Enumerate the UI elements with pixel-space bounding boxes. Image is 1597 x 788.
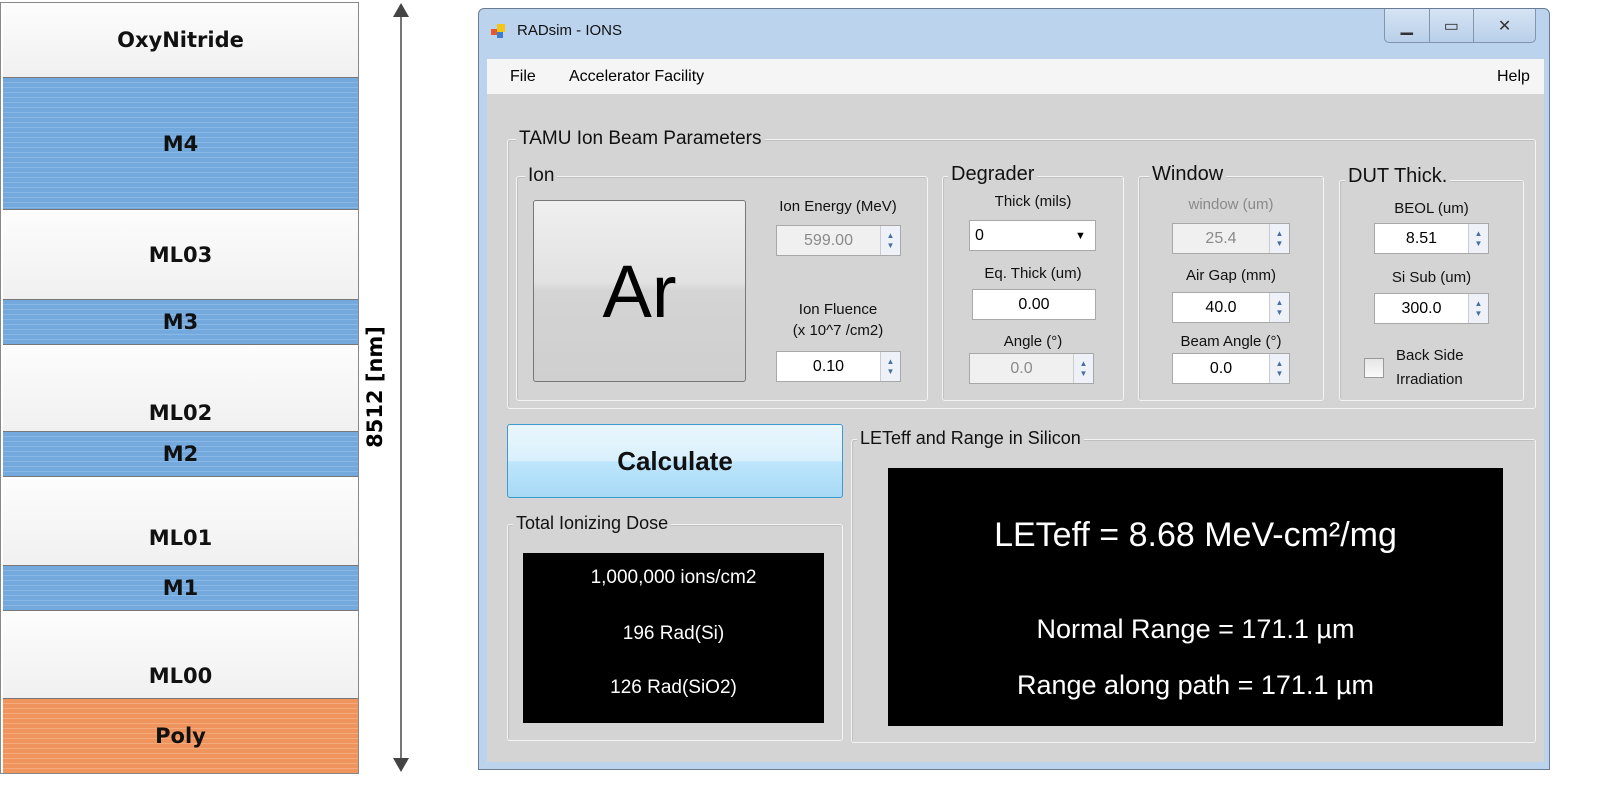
- ion-fluence-input[interactable]: 0.10 ▲ ▼: [776, 351, 901, 382]
- layer-m4: M4: [3, 77, 358, 209]
- value: 599.00: [804, 231, 853, 249]
- degrader-thick-label: Thick (mils): [994, 193, 1072, 210]
- back-side-label: Back Side: [1396, 347, 1464, 364]
- thickness-label: 8512 [nm]: [363, 326, 387, 448]
- ion-energy-input[interactable]: 599.00 ▲ ▼: [776, 225, 901, 256]
- spinner-arrows-icon[interactable]: ▲ ▼: [1269, 224, 1289, 253]
- group-title: TAMU Ion Beam Parameters: [516, 128, 765, 150]
- layer-ml03: ML03: [3, 209, 358, 299]
- degrader-angle-label: Angle (°): [1003, 333, 1063, 350]
- radsim-window: RADsim - IONS ▁ ▭ ✕ File Accelerator Fac…: [478, 8, 1550, 770]
- air-gap-label: Air Gap (mm): [1186, 267, 1276, 284]
- layer-m3: M3: [3, 299, 358, 344]
- group-title: Total Ionizing Dose: [513, 513, 672, 534]
- degrader-thick-dropdown[interactable]: 0 ▼: [969, 220, 1096, 251]
- layer-m2: M2: [3, 431, 358, 476]
- window-thickness-input[interactable]: 25.4 ▲ ▼: [1172, 223, 1290, 254]
- value: 25.4: [1205, 229, 1237, 247]
- group-title: Window: [1149, 163, 1227, 186]
- si-sub-input[interactable]: 300.0 ▲ ▼: [1374, 293, 1489, 324]
- spinner-arrows-icon[interactable]: ▲ ▼: [1269, 293, 1289, 322]
- group-title: Degrader: [948, 163, 1038, 186]
- value: 0: [975, 226, 984, 244]
- leteff-results-display: LETeff = 8.68 MeV-cm²/mg Normal Range = …: [888, 468, 1503, 726]
- spinner-arrows-icon[interactable]: ▲ ▼: [1468, 224, 1488, 253]
- leteff-value: LETeff = 8.68 MeV-cm²/mg: [994, 516, 1397, 554]
- maximize-button[interactable]: ▭: [1430, 9, 1475, 42]
- layer-stack-diagram: OxyNitride M4 ML03 M3 ML02 M2 ML01 M1 ML…: [0, 2, 359, 774]
- beam-angle-input[interactable]: 0.0 ▲ ▼: [1172, 353, 1290, 384]
- value: 0.00: [1018, 295, 1050, 313]
- tid-results-display: 1,000,000 ions/cm2 196 Rad(Si) 126 Rad(S…: [523, 553, 824, 723]
- ion-select-button[interactable]: Ar: [533, 200, 746, 382]
- layer-ml01: ML01: [3, 476, 358, 565]
- value: 0.0: [1209, 359, 1233, 377]
- menu-accelerator-facility[interactable]: Accelerator Facility: [569, 68, 704, 86]
- group-title: Ion: [525, 165, 558, 187]
- irradiation-label: Irradiation: [1396, 371, 1463, 388]
- normal-range-value: Normal Range = 171.1 µm: [1036, 614, 1355, 644]
- spinner-arrows-icon[interactable]: ▲ ▼: [1073, 354, 1093, 383]
- layer-ml00: ML00: [3, 610, 358, 698]
- degrader-angle-input[interactable]: 0.0 ▲ ▼: [969, 353, 1094, 384]
- layer-ml02: ML02: [3, 344, 358, 431]
- eq-thick-label: Eq. Thick (um): [984, 265, 1082, 282]
- ion-energy-label: Ion Energy (MeV): [779, 198, 897, 215]
- layer-m1: M1: [3, 565, 358, 610]
- path-range-value: Range along path = 171.1 µm: [1016, 670, 1375, 700]
- tid-fluence: 1,000,000 ions/cm2: [590, 567, 757, 588]
- ion-fluence-label: Ion Fluence: [798, 301, 878, 318]
- tid-rad-si: 196 Rad(Si): [622, 623, 725, 644]
- eq-thick-input[interactable]: 0.00: [972, 289, 1096, 320]
- spinner-arrows-icon[interactable]: ▲ ▼: [880, 226, 900, 255]
- value: 8.51: [1405, 229, 1438, 247]
- spinner-arrows-icon[interactable]: ▲ ▼: [1269, 354, 1289, 383]
- close-button[interactable]: ✕: [1474, 9, 1535, 42]
- value: 300.0: [1401, 299, 1442, 317]
- calculate-button[interactable]: Calculate: [507, 424, 843, 498]
- group-title: LETeff and Range in Silicon: [857, 428, 1084, 449]
- window-thickness-label: window (um): [1188, 196, 1274, 213]
- value: 0.10: [812, 357, 845, 375]
- ion-fluence-units-label: (x 10^7 /cm2): [792, 322, 884, 339]
- tid-rad-sio2: 126 Rad(SiO2): [610, 677, 737, 698]
- layer-oxynitride: OxyNitride: [3, 3, 358, 77]
- arrow-down-icon: [393, 758, 409, 772]
- window-body: TAMU Ion Beam Parameters Ion Ar Ion Ener…: [487, 94, 1544, 762]
- layer-poly: Poly: [3, 698, 358, 773]
- air-gap-input[interactable]: 40.0 ▲ ▼: [1172, 292, 1290, 323]
- spinner-arrows-icon[interactable]: ▲ ▼: [1468, 294, 1488, 323]
- window-title: RADsim - IONS: [517, 22, 622, 39]
- arrow-up-icon: [393, 3, 409, 17]
- value: 40.0: [1205, 298, 1237, 316]
- beol-input[interactable]: 8.51 ▲ ▼: [1374, 223, 1489, 254]
- back-side-irradiation-checkbox[interactable]: [1364, 358, 1384, 378]
- app-icon: [491, 24, 505, 38]
- minimize-button[interactable]: ▁: [1385, 9, 1430, 42]
- beam-angle-label: Beam Angle (°): [1180, 333, 1282, 350]
- si-sub-label: Si Sub (um): [1391, 269, 1472, 286]
- chevron-down-icon[interactable]: ▼: [1075, 230, 1095, 242]
- menu-help[interactable]: Help: [1497, 68, 1530, 86]
- spinner-arrows-icon[interactable]: ▲ ▼: [880, 352, 900, 381]
- menu-bar: File Accelerator Facility Help: [487, 59, 1544, 94]
- value: 0.0: [1010, 359, 1033, 377]
- dimension-arrow: [400, 10, 402, 765]
- group-title: DUT Thick.: [1345, 165, 1451, 188]
- beol-label: BEOL (um): [1394, 200, 1469, 217]
- menu-file[interactable]: File: [510, 68, 536, 86]
